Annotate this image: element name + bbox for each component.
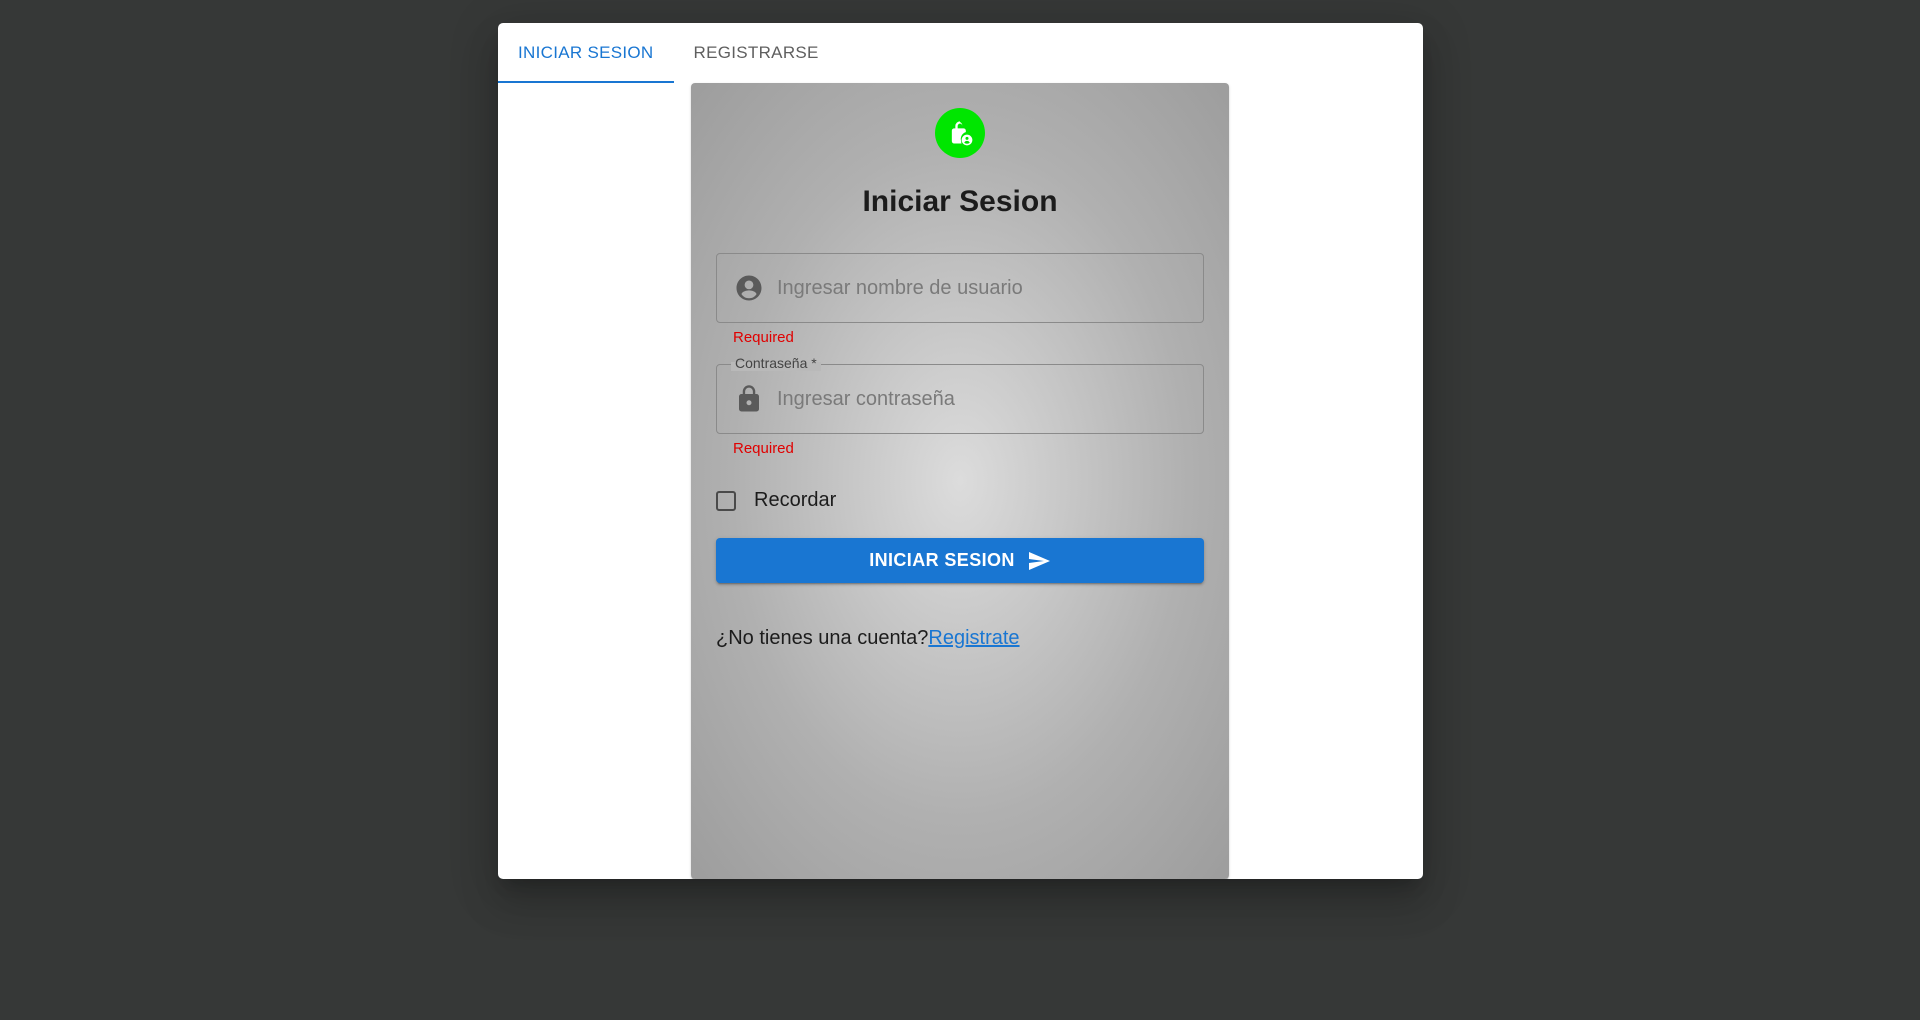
tab-login[interactable]: INICIAR SESION [498, 23, 674, 83]
username-input[interactable] [775, 275, 1179, 301]
send-icon [1027, 549, 1051, 573]
login-button[interactable]: INICIAR SESION [716, 538, 1204, 583]
tab-register[interactable]: REGISTRARSE [674, 23, 839, 83]
remember-checkbox-row[interactable]: Recordar [716, 489, 836, 512]
password-label: Contraseña * [731, 355, 821, 371]
remember-label: Recordar [754, 489, 837, 511]
password-error-text: Required [733, 440, 794, 457]
remember-checkbox[interactable] [716, 490, 736, 511]
page-title: Iniciar Sesion [862, 185, 1058, 218]
auth-tabs: INICIAR SESION REGISTRARSE [498, 23, 839, 83]
signup-link[interactable]: Registrate [928, 627, 1019, 649]
account-circle-icon [734, 273, 764, 303]
lock-person-icon [935, 108, 985, 158]
login-button-label: INICIAR SESION [869, 550, 1015, 570]
lock-icon [734, 384, 764, 414]
auth-dialog: INICIAR SESION REGISTRARSE Iniciar Sesio… [498, 23, 1423, 879]
password-field[interactable]: Contraseña * [716, 355, 1204, 434]
login-card: Iniciar Sesion Required Contraseña * Req… [691, 83, 1229, 879]
username-field[interactable] [716, 253, 1204, 323]
username-error-text: Required [733, 329, 794, 346]
signup-prompt-text: ¿No tienes una cuenta? [716, 627, 929, 649]
signup-prompt: ¿No tienes una cuenta?Registrate [716, 627, 1020, 650]
password-input[interactable] [775, 386, 1179, 412]
